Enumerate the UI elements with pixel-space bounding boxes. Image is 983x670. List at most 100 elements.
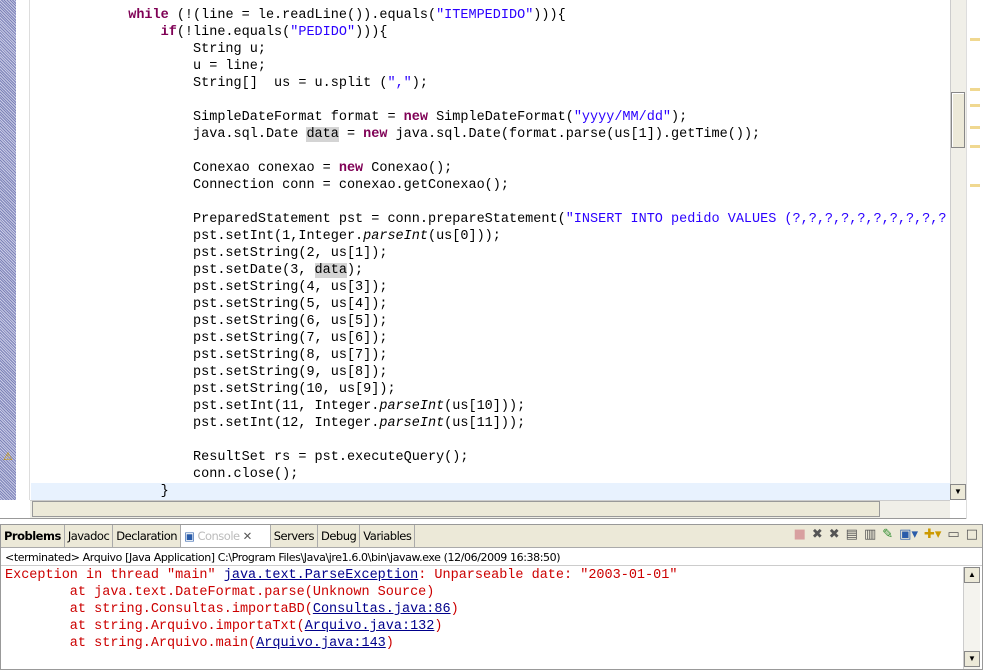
code-line[interactable]: conn.close(); xyxy=(31,466,950,483)
code-line[interactable]: String[] us = u.split (","); xyxy=(31,75,950,92)
code-line[interactable]: Connection conn = conexao.getConexao(); xyxy=(31,177,950,194)
code-token: pst.setString(4, us[3]); xyxy=(31,280,388,295)
code-line[interactable]: while (!(line = le.readLine()).equals("I… xyxy=(31,7,950,24)
terminate-icon[interactable]: ■ xyxy=(794,527,806,542)
remove-launch-icon[interactable]: ✖ xyxy=(812,527,823,542)
console-status: <terminated> Arquivo [Java Application] … xyxy=(1,549,982,566)
tab-problems[interactable]: Problems xyxy=(1,525,65,547)
scroll-lock-icon[interactable]: ▥ xyxy=(864,527,876,542)
code-line[interactable]: ResultSet rs = pst.executeQuery(); xyxy=(31,449,950,466)
scroll-down-button[interactable]: ▼ xyxy=(964,651,980,667)
code-line[interactable]: pst.setString(8, us[7]); xyxy=(31,347,950,364)
occurrence-marker[interactable] xyxy=(970,145,980,148)
pin-console-icon[interactable]: ✎ xyxy=(882,527,893,542)
code-token: SimpleDateFormat format = xyxy=(31,110,404,125)
vertical-scroll-thumb[interactable] xyxy=(951,92,965,148)
code-token: data xyxy=(314,263,347,278)
console-line: Exception in thread "main" java.text.Par… xyxy=(5,567,960,584)
code-token: conn.close(); xyxy=(31,467,299,482)
open-console-icon[interactable]: ✚▾ xyxy=(924,527,941,542)
horizontal-scroll-thumb[interactable] xyxy=(32,501,880,517)
stack-trace-link[interactable]: Arquivo.java:132 xyxy=(305,619,435,634)
code-token: pst.setDate(3, xyxy=(31,263,315,278)
code-line[interactable]: pst.setString(5, us[4]); xyxy=(31,296,950,313)
code-line[interactable]: pst.setString(9, us[8]); xyxy=(31,364,950,381)
code-line[interactable] xyxy=(31,143,950,160)
console-line: at string.Arquivo.importaTxt(Arquivo.jav… xyxy=(5,618,960,635)
code-line[interactable]: pst.setString(4, us[3]); xyxy=(31,279,950,296)
code-line[interactable] xyxy=(31,432,950,449)
console-scrollbar[interactable]: ▲ ▼ xyxy=(963,567,980,669)
tab-console[interactable]: ▣ Console ✕ xyxy=(181,525,271,547)
code-token: PreparedStatement pst = conn.prepareStat… xyxy=(31,212,566,227)
code-token: while xyxy=(128,8,169,23)
code-token: new xyxy=(403,110,428,125)
code-token: new xyxy=(363,127,388,142)
code-line[interactable]: PreparedStatement pst = conn.prepareStat… xyxy=(31,211,950,228)
close-icon[interactable]: ✕ xyxy=(243,525,253,547)
code-token: ))){ xyxy=(533,8,566,23)
code-text[interactable]: while (!(line = le.readLine()).equals("I… xyxy=(31,7,950,500)
code-token: Conexao(); xyxy=(363,161,453,176)
code-line[interactable]: pst.setDate(3, data); xyxy=(31,262,950,279)
scroll-up-button[interactable]: ▲ xyxy=(964,567,980,583)
code-line[interactable]: pst.setString(10, us[9]); xyxy=(31,381,950,398)
tab-debug[interactable]: Debug xyxy=(318,525,361,547)
code-line[interactable]: pst.setInt(11, Integer.parseInt(us[10]))… xyxy=(31,398,950,415)
code-token: pst.setString(2, us[1]); xyxy=(31,246,388,261)
occurrence-marker[interactable] xyxy=(970,126,980,129)
tab-declaration[interactable]: Declaration xyxy=(113,525,182,547)
code-line[interactable]: pst.setInt(12, Integer.parseInt(us[11]))… xyxy=(31,415,950,432)
code-token: (us[10])); xyxy=(444,399,526,414)
code-token: String[] us = u.split ( xyxy=(31,76,388,91)
tab-javadoc[interactable]: Javadoc xyxy=(65,525,114,547)
vertical-scrollbar[interactable] xyxy=(950,0,966,500)
stack-trace-link[interactable]: Arquivo.java:143 xyxy=(256,636,386,651)
code-line[interactable]: if(!line.equals("PEDIDO"))){ xyxy=(31,24,950,41)
tab-servers[interactable]: Servers xyxy=(271,525,318,547)
overview-ruler[interactable] xyxy=(966,0,983,519)
code-line[interactable]: } xyxy=(31,483,950,500)
code-line[interactable]: java.sql.Date data = new java.sql.Date(f… xyxy=(31,126,950,143)
code-token: parseInt xyxy=(379,416,445,431)
console-output[interactable]: Exception in thread "main" java.text.Par… xyxy=(5,567,960,652)
occurrence-marker[interactable] xyxy=(970,184,980,187)
minimize-icon[interactable]: ▭ xyxy=(947,527,959,542)
occurrence-marker[interactable] xyxy=(970,88,980,91)
code-line[interactable]: Conexao conexao = new Conexao(); xyxy=(31,160,950,177)
console-text: at string.Arquivo.importaTxt( xyxy=(5,619,305,634)
console-text: at java.text.DateFormat.parse(Unknown So… xyxy=(5,585,435,600)
code-line[interactable]: pst.setInt(1,Integer.parseInt(us[0])); xyxy=(31,228,950,245)
remove-all-launches-icon[interactable]: ✖ xyxy=(829,527,840,542)
code-line[interactable] xyxy=(31,194,950,211)
clear-console-icon[interactable]: ▤ xyxy=(846,527,858,542)
code-line[interactable]: String u; xyxy=(31,41,950,58)
console-toolbar: ■ ✖ ✖ ▤ ▥ ✎ ▣▾ ✚▾ ▭ □ xyxy=(794,527,978,542)
occurrence-marker[interactable] xyxy=(970,38,980,41)
console-line: at string.Arquivo.main(Arquivo.java:143) xyxy=(5,635,960,652)
console-text: ) xyxy=(450,602,459,617)
code-token: ); xyxy=(671,110,688,125)
maximize-icon[interactable]: □ xyxy=(966,527,978,542)
console-text: at string.Arquivo.main( xyxy=(5,636,257,651)
code-token: "," xyxy=(387,76,412,91)
code-line[interactable]: pst.setString(2, us[1]); xyxy=(31,245,950,262)
code-line[interactable]: u = line; xyxy=(31,58,950,75)
stack-trace-link[interactable]: java.text.ParseException xyxy=(224,568,418,583)
display-console-icon[interactable]: ▣▾ xyxy=(899,527,918,542)
code-line[interactable]: SimpleDateFormat format = new SimpleDate… xyxy=(31,109,950,126)
console-text: Exception in thread "main" xyxy=(5,568,224,583)
code-line[interactable]: pst.setString(7, us[6]); xyxy=(31,330,950,347)
code-editor[interactable]: ⚠ while (!(line = le.readLine()).equals(… xyxy=(0,0,983,519)
code-line[interactable] xyxy=(31,92,950,109)
code-token: pst.setString(9, us[8]); xyxy=(31,365,388,380)
code-token: pst.setInt(12, Integer. xyxy=(31,416,380,431)
code-line[interactable]: pst.setString(6, us[5]); xyxy=(31,313,950,330)
warning-icon[interactable]: ⚠ xyxy=(3,450,13,463)
stack-trace-link[interactable]: Consultas.java:86 xyxy=(313,602,451,617)
occurrence-marker[interactable] xyxy=(970,104,980,107)
tab-variables[interactable]: Variables xyxy=(360,525,416,547)
code-token: pst.setInt(11, Integer. xyxy=(31,399,380,414)
scroll-down-button[interactable]: ▼ xyxy=(950,484,966,500)
